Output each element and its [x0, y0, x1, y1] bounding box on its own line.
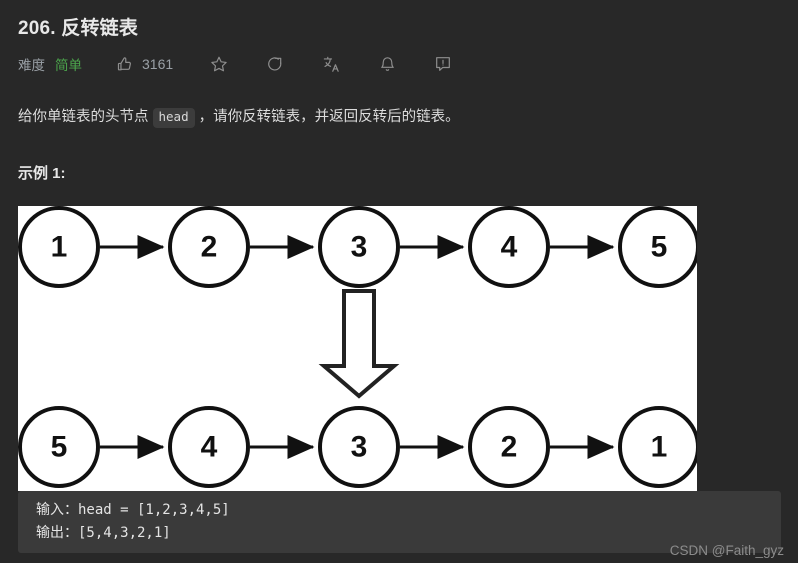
page-title-text: 206. 反转链表 [18, 18, 139, 39]
linked-list-diagram-svg: 1 2 3 4 5 5 4 3 2 1 [18, 206, 697, 488]
thumbs-up-icon [116, 56, 133, 73]
translate-icon [322, 55, 341, 74]
node-value: 5 [51, 431, 68, 464]
node-value: 4 [501, 231, 518, 264]
translate-button[interactable] [321, 54, 341, 74]
description-text-part2: ，请你反转链表，并返回反转后的链表。 [198, 109, 460, 125]
difficulty-label: 难度 [18, 58, 45, 73]
problem-meta-row: 难度 简单 3161 [18, 50, 780, 78]
node-value: 1 [51, 231, 68, 264]
code-line-output: 输出：[5,4,3,2,1] [36, 524, 171, 541]
notification-button[interactable] [377, 54, 397, 74]
star-icon [210, 55, 228, 73]
example-heading: 示例 1: [18, 165, 66, 183]
feedback-button[interactable] [433, 54, 453, 74]
diagram-bottom-row: 5 4 3 2 1 [18, 406, 697, 488]
node-value: 3 [351, 231, 368, 264]
favorite-button[interactable] [209, 54, 229, 74]
difficulty-badge: 简单 [55, 58, 82, 73]
page-title: 206. 反转链表 [18, 0, 780, 40]
code-line-input: 输入：head = [1,2,3,4,5] [36, 502, 230, 518]
node-value: 4 [201, 431, 218, 464]
diagram-top-row: 1 2 3 4 5 [18, 206, 697, 288]
inline-code-head: head [152, 107, 195, 128]
share-button[interactable] [265, 54, 285, 74]
like-count: 3161 [142, 56, 174, 72]
problem-page: 206. 反转链表 难度 简单 3161 给你单链表的头节点 head ，请你反… [0, 0, 798, 563]
example-code-block: 输入：head = [1,2,3,4,5] 输出：[5,4,3,2,1] [18, 491, 781, 553]
description-text-part1: 给你单链表的头节点 [18, 109, 149, 125]
node-value: 3 [351, 431, 368, 464]
node-value: 1 [651, 431, 668, 464]
node-value: 5 [651, 231, 668, 264]
watermark: CSDN @Faith_gyz [669, 543, 784, 558]
linked-list-diagram: 1 2 3 4 5 5 4 3 2 1 [18, 206, 697, 491]
node-value: 2 [501, 431, 518, 464]
share-icon [266, 55, 284, 73]
bell-icon [379, 56, 396, 73]
node-value: 2 [201, 231, 218, 264]
feedback-icon [434, 55, 452, 73]
problem-description: 给你单链表的头节点 head ，请你反转链表，并返回反转后的链表。 [18, 106, 780, 129]
down-arrow-icon [318, 289, 400, 399]
like-button[interactable]: 3161 [116, 56, 173, 73]
